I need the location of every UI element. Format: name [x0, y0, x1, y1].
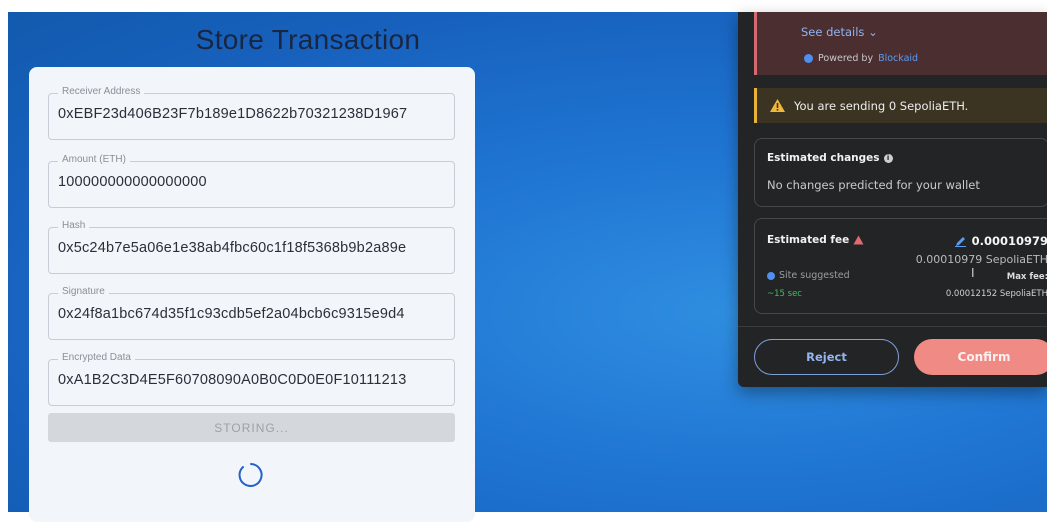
- warning-text: You are sending 0 SepoliaETH.: [794, 98, 969, 113]
- estimated-changes-title: Estimated changes i: [767, 152, 893, 164]
- estimated-fee-panel: Estimated fee 0.00010979 0.00010979 Sepo…: [754, 218, 1047, 314]
- hash-value: 0x5c24b7e5a06e1e38ab4fbc60c1f18f5368b9b2…: [58, 240, 407, 256]
- see-details-link[interactable]: See details ⌄: [801, 25, 878, 39]
- receiver-address-label: Receiver Address: [58, 86, 145, 97]
- hash-label: Hash: [58, 220, 90, 231]
- amount-field[interactable]: Amount (ETH) 100000000000000000: [48, 154, 455, 208]
- blockaid-link[interactable]: Blockaid: [878, 53, 918, 64]
- alert-triangle-icon: [853, 235, 864, 245]
- estimated-changes-text: No changes predicted for your wallet: [767, 178, 980, 192]
- signature-label: Signature: [58, 286, 109, 297]
- chevron-down-icon: ⌄: [868, 25, 878, 39]
- estimated-time: ~15 sec: [767, 289, 802, 299]
- text-cursor-icon: I: [971, 266, 975, 280]
- fee-main-amount: 0.00010979: [971, 234, 1047, 248]
- sending-warning: You are sending 0 SepoliaETH.: [754, 88, 1047, 123]
- receiver-address-field[interactable]: Receiver Address 0xEBF23d406B23F7b189e1D…: [48, 86, 455, 140]
- fee-sub-value: 0.00010979 SepoliaETH: [915, 253, 1047, 266]
- max-fee-value: 0.00012152 SepoliaETH: [945, 289, 1047, 299]
- security-alert: See details ⌄ Powered by Blockaid: [754, 12, 1047, 75]
- reject-button[interactable]: Reject: [754, 339, 899, 375]
- encrypted-data-field[interactable]: Encrypted Data 0xA1B2C3D4E5F60708090A0B0…: [48, 352, 455, 406]
- fee-main-value[interactable]: 0.00010979: [954, 234, 1047, 248]
- encrypted-data-label: Encrypted Data: [58, 352, 135, 363]
- amount-value: 100000000000000000: [58, 174, 207, 190]
- encrypted-data-value: 0xA1B2C3D4E5F60708090A0B0C0D0E0F10111213: [58, 372, 407, 388]
- footer-divider: [738, 326, 1047, 327]
- globe-icon: [767, 271, 775, 280]
- warning-icon: [770, 99, 785, 112]
- store-transaction-form: Receiver Address 0xEBF23d406B23F7b189e1D…: [29, 67, 475, 522]
- estimated-fee-label: Estimated fee: [767, 234, 850, 246]
- site-suggested-label: Site suggested: [779, 270, 850, 281]
- page-title: Store Transaction: [195, 24, 421, 55]
- site-suggested[interactable]: Site suggested: [767, 270, 850, 281]
- confirm-button[interactable]: Confirm: [914, 339, 1047, 375]
- max-fee-label: Max fee:: [1006, 272, 1047, 282]
- info-icon[interactable]: i: [883, 153, 893, 163]
- signature-value: 0x24f8a1bc674d35f1c93cdb5ef2a04bcb6c9315…: [58, 306, 405, 322]
- amount-label: Amount (ETH): [58, 154, 130, 165]
- hash-field[interactable]: Hash 0x5c24b7e5a06e1e38ab4fbc60c1f18f536…: [48, 220, 455, 274]
- estimated-changes-label: Estimated changes: [767, 152, 880, 164]
- storing-button[interactable]: STORING...: [48, 413, 455, 442]
- loading-spinner-icon: [238, 463, 263, 487]
- edit-pencil-icon[interactable]: [954, 236, 966, 247]
- signature-field[interactable]: Signature 0x24f8a1bc674d35f1c93cdb5ef2a0…: [48, 286, 455, 340]
- powered-by: Powered by Blockaid: [804, 53, 918, 64]
- estimated-changes-panel: Estimated changes i No changes predicted…: [754, 138, 1047, 207]
- powered-by-label: Powered by: [818, 53, 874, 64]
- estimated-fee-title: Estimated fee: [767, 234, 864, 246]
- receiver-address-value: 0xEBF23d406B23F7b189e1D8622b70321238D196…: [58, 106, 408, 122]
- see-details-label: See details: [801, 25, 865, 39]
- shield-check-icon: [804, 54, 813, 63]
- metamask-popup: See details ⌄ Powered by Blockaid You ar…: [738, 12, 1047, 387]
